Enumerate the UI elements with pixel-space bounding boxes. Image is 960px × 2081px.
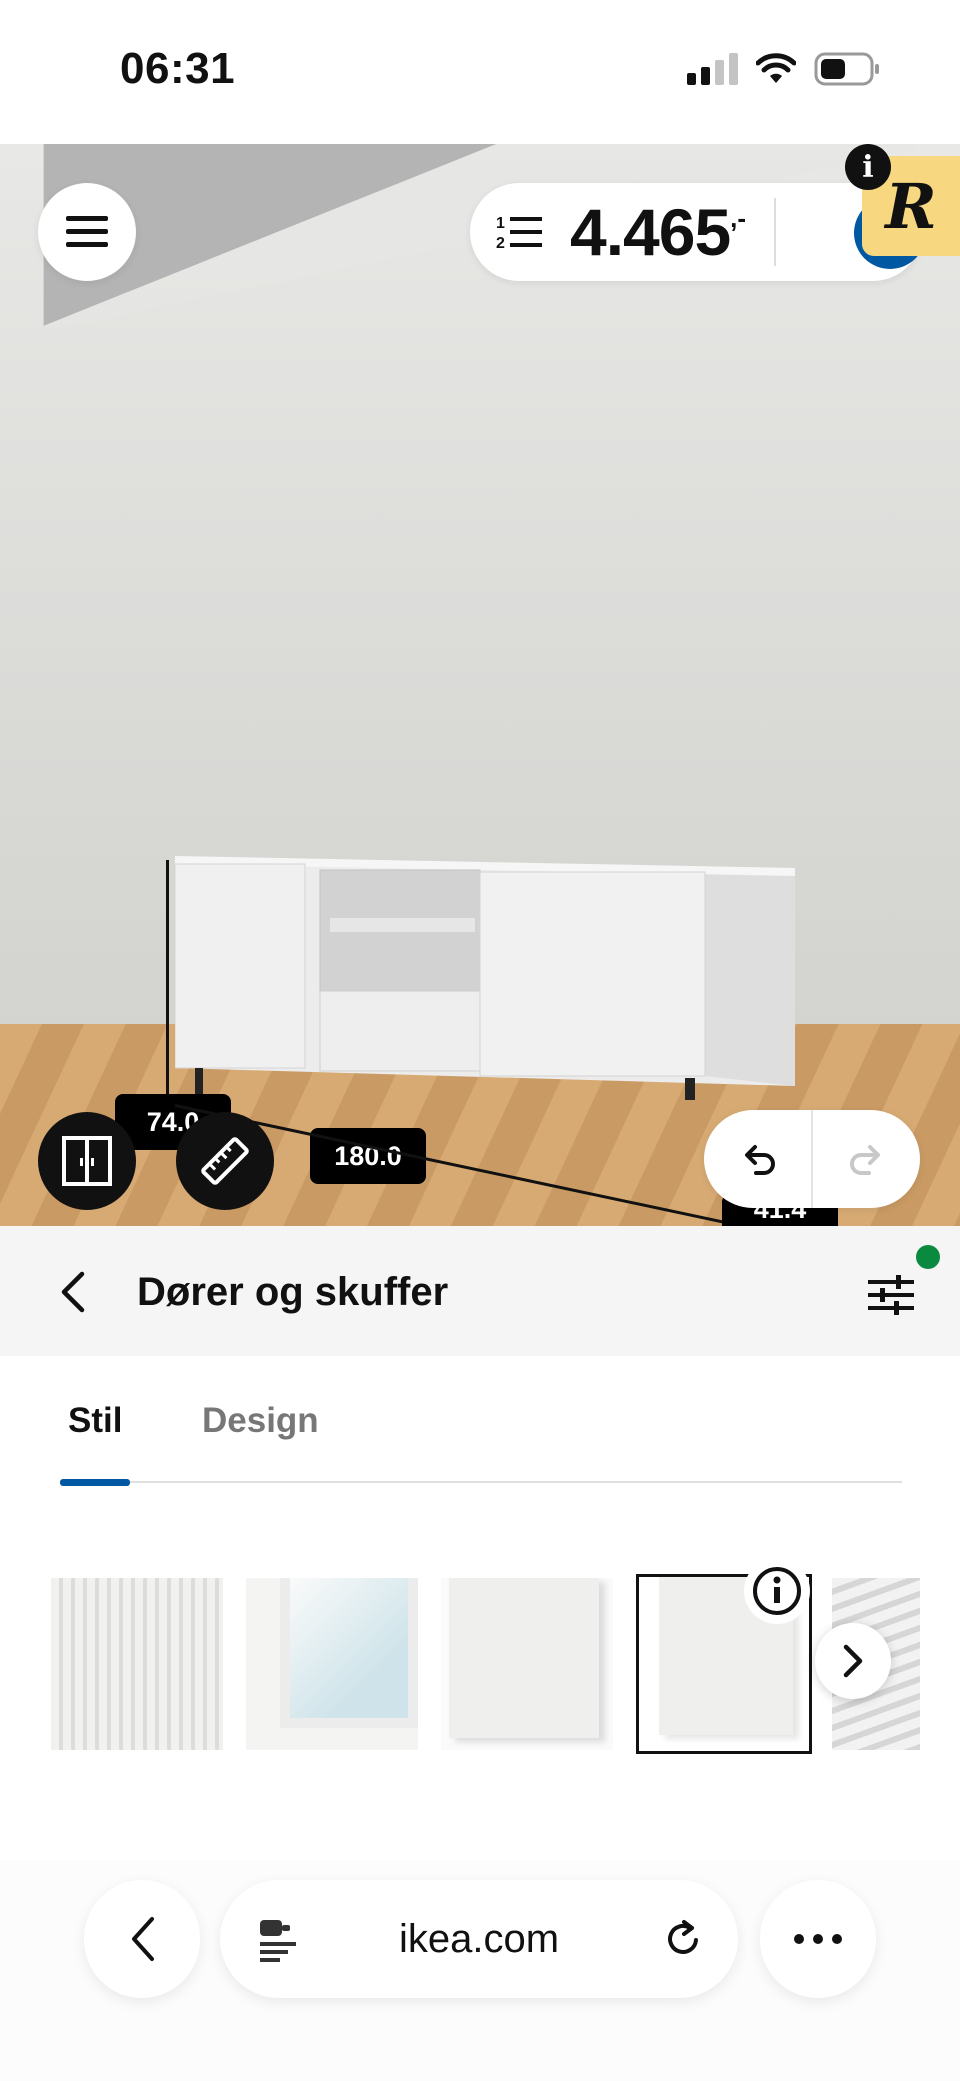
- tab-design[interactable]: Design: [202, 1401, 319, 1441]
- room-3d-view[interactable]: 74.0 1 2 4.465 ,- R i 180.0 41.4: [0, 144, 960, 1226]
- filter-active-dot: [916, 1245, 940, 1269]
- swatch-glass-door[interactable]: [246, 1578, 418, 1750]
- signal-icon: [687, 53, 738, 85]
- undo-icon: [744, 1145, 775, 1175]
- browser-back-button[interactable]: [84, 1880, 200, 1998]
- address-bar[interactable]: ikea.com: [220, 1880, 738, 1998]
- menu-button[interactable]: [38, 183, 136, 281]
- status-icons: [687, 52, 880, 86]
- page-settings-icon: [260, 1920, 296, 1962]
- more-options-button[interactable]: [760, 1880, 876, 1998]
- door-icon: [62, 1136, 112, 1186]
- total-price: 4.465: [570, 195, 731, 269]
- swatch-info-button[interactable]: [744, 1558, 810, 1624]
- extension-letter: R: [885, 169, 937, 243]
- numbered-list-icon: 1 2: [496, 215, 542, 251]
- info-circle-icon: [753, 1567, 801, 1615]
- battery-icon: [814, 52, 879, 86]
- redo-icon: [849, 1145, 880, 1175]
- redo-button[interactable]: [813, 1110, 920, 1208]
- doors-view-button[interactable]: [38, 1112, 136, 1210]
- active-tab-indicator: [60, 1479, 130, 1486]
- reload-icon[interactable]: [662, 1918, 704, 1960]
- filter-button[interactable]: [862, 1266, 920, 1324]
- panel-title: Dører og skuffer: [137, 1270, 449, 1314]
- wifi-icon: [756, 53, 796, 83]
- svg-text:2: 2: [496, 235, 505, 251]
- back-button[interactable]: [44, 1264, 100, 1320]
- height-dimension-line: [166, 860, 169, 1100]
- chevron-left-icon: [132, 1917, 154, 1961]
- undo-button[interactable]: [704, 1110, 811, 1208]
- svg-text:1: 1: [496, 215, 505, 232]
- filter-sliders-icon: [868, 1275, 914, 1315]
- ellipsis-icon: [794, 1934, 842, 1944]
- measure-button[interactable]: [176, 1112, 274, 1210]
- style-tabs: Stil Design: [60, 1393, 902, 1486]
- status-bar: 06:31: [0, 0, 960, 144]
- chevron-right-icon: [843, 1644, 863, 1678]
- browser-toolbar: ikea.com: [0, 1860, 960, 2081]
- swatch-white-frame[interactable]: [441, 1578, 613, 1750]
- ruler-icon: [201, 1137, 249, 1185]
- url-text: ikea.com: [398, 1916, 560, 1961]
- info-icon[interactable]: i: [845, 144, 891, 190]
- tab-stil[interactable]: Stil: [68, 1401, 122, 1441]
- undo-redo-group: [704, 1110, 920, 1208]
- chevron-left-icon: [61, 1271, 85, 1313]
- door-sample: [449, 1578, 599, 1738]
- hamburger-icon: [66, 216, 108, 247]
- price-divider: [774, 198, 777, 266]
- panel-header: Dører og skuffer: [0, 1226, 960, 1356]
- swatch-ribbed-white[interactable]: [51, 1578, 223, 1750]
- price-summary[interactable]: 1 2 4.465 ,-: [470, 183, 926, 281]
- glass-pane: [280, 1578, 418, 1728]
- carousel-next-button[interactable]: [815, 1623, 891, 1699]
- price-suffix: ,-: [730, 202, 747, 233]
- tv-bench-model[interactable]: [175, 856, 795, 1101]
- status-time: 06:31: [120, 44, 236, 93]
